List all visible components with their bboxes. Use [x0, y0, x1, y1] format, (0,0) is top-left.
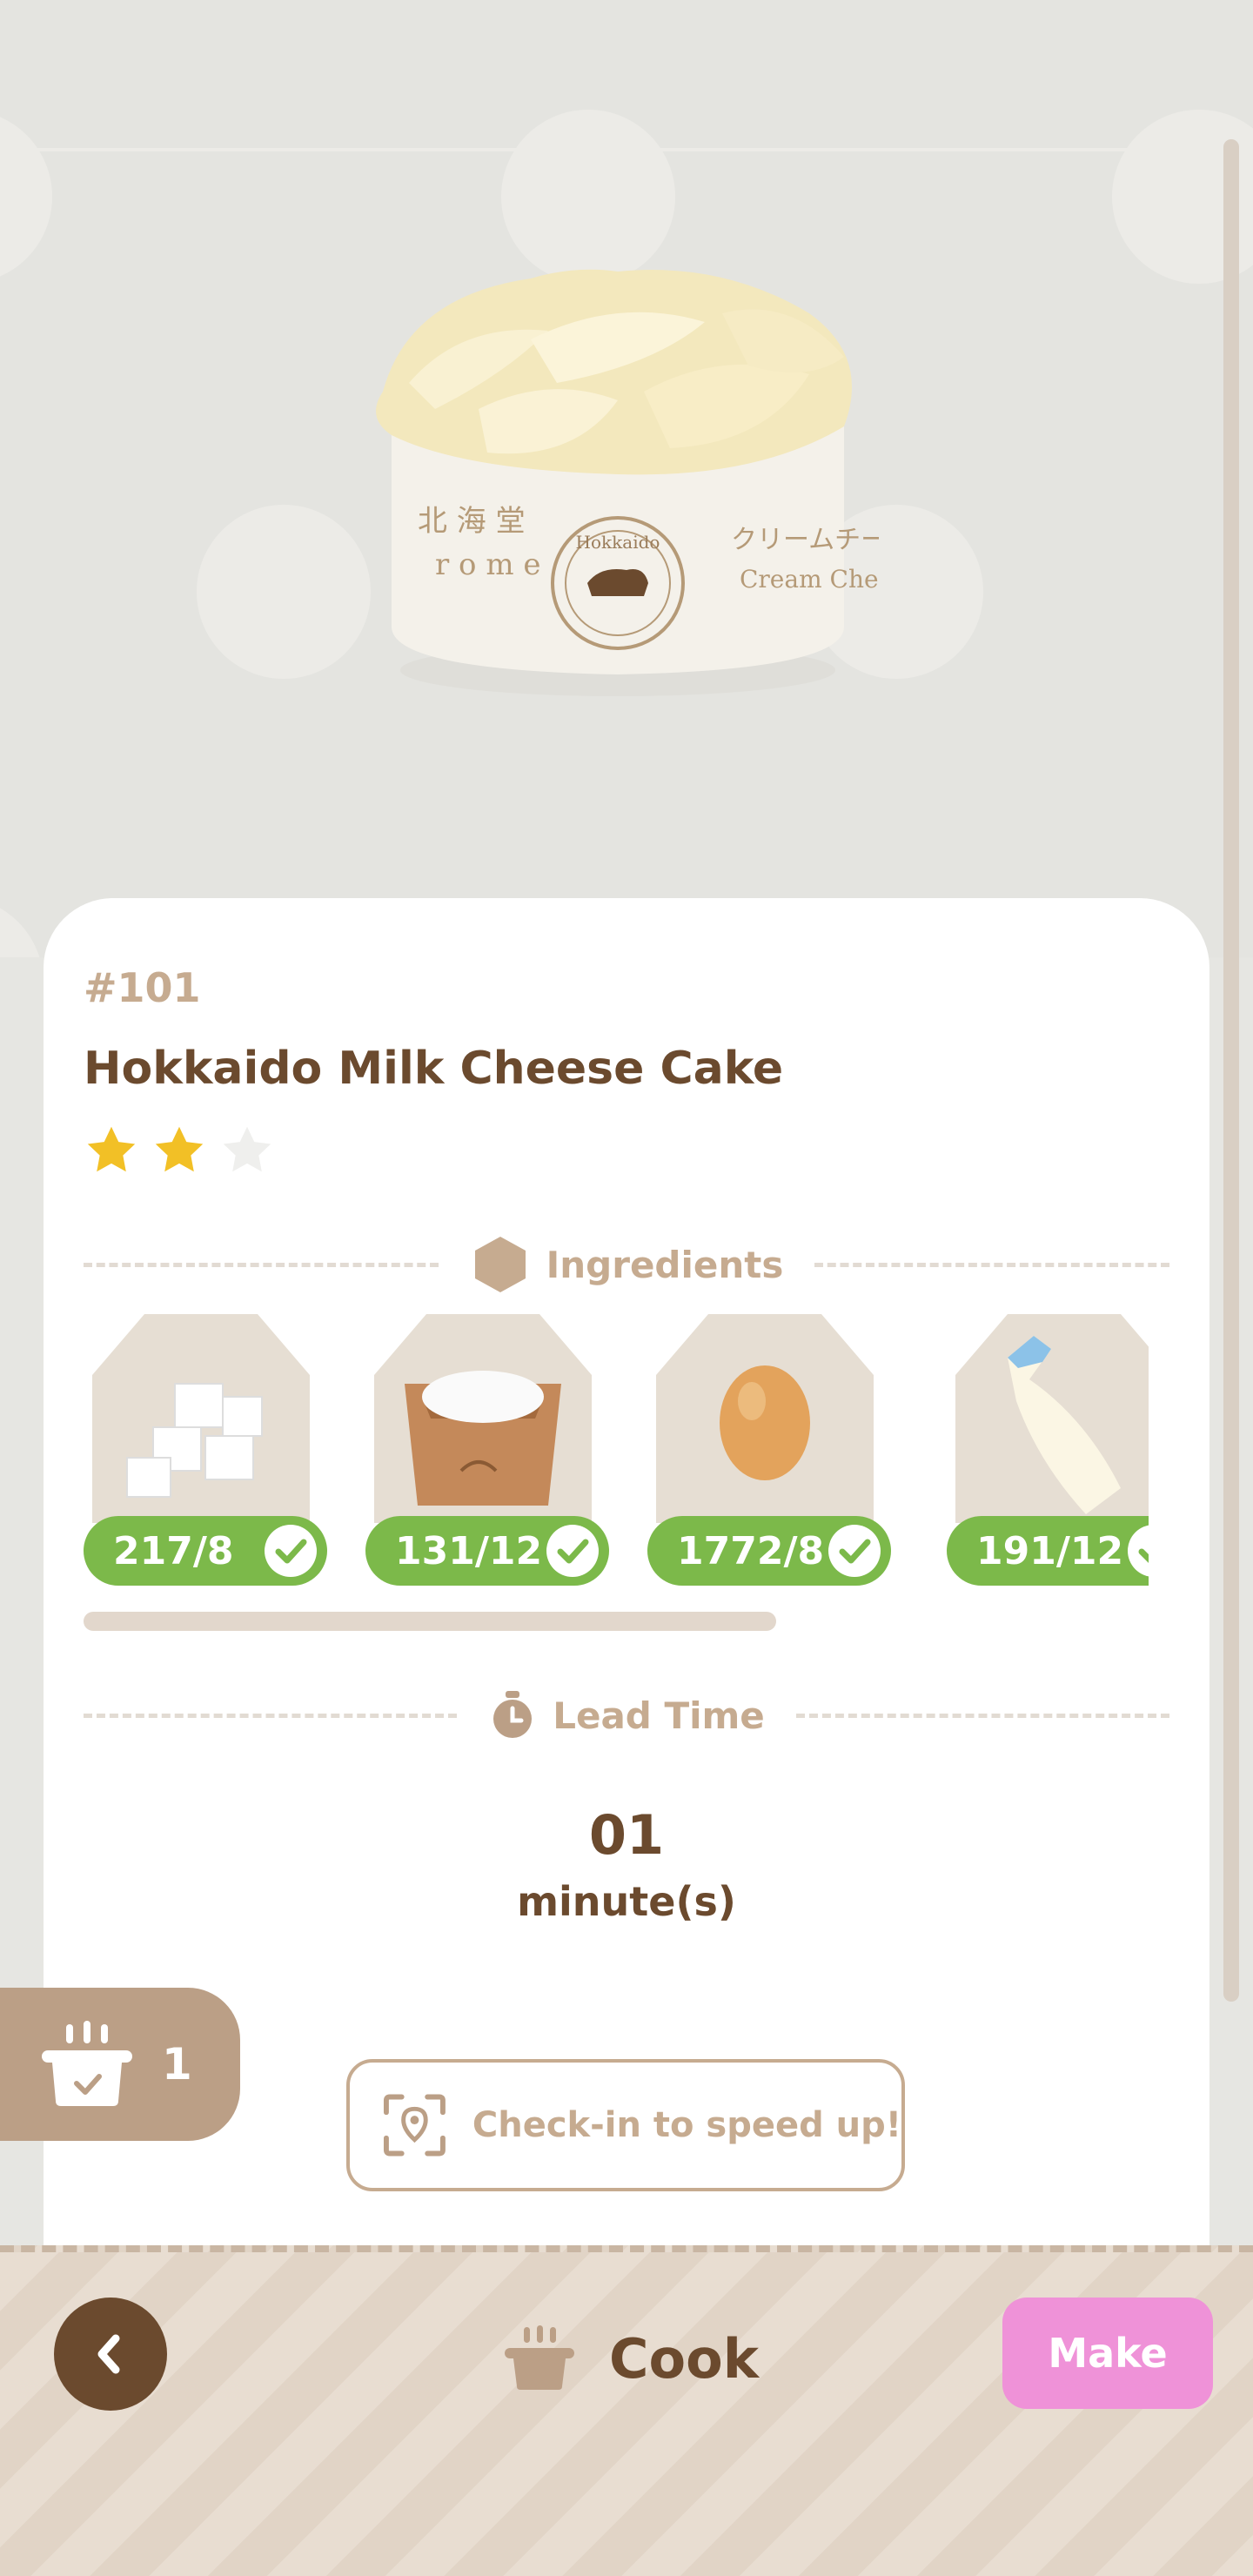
bg-pattern-circle [0, 110, 52, 284]
ingredient-count: 191/12 [976, 1528, 1124, 1573]
queue-count: 1 [162, 2039, 192, 2090]
cooking-pot-icon [505, 2325, 574, 2390]
ingredients-header: Ingredients [84, 1234, 1169, 1295]
divider [84, 1713, 458, 1718]
product-side-text: 北 海 堂 [418, 504, 526, 539]
make-button[interactable]: Make [1002, 2298, 1213, 2409]
ingredient-count: 217/8 [113, 1528, 234, 1573]
recipe-title: Hokkaido Milk Cheese Cake [84, 1043, 784, 1095]
bg-pattern-circle [501, 110, 675, 284]
ingredient-item[interactable]: 217/8 [84, 1314, 327, 1593]
lead-time-header: Lead Time [84, 1685, 1170, 1746]
cooking-pot-icon [42, 2021, 132, 2106]
chevron-left-icon [97, 2334, 120, 2374]
lead-time-value: 01 [588, 1803, 665, 1867]
bg-pattern-circle [0, 896, 44, 957]
check-circle-icon [828, 1525, 881, 1577]
flour-box-icon [374, 1314, 592, 1523]
egg-icon [656, 1314, 874, 1523]
star-rating [84, 1123, 275, 1178]
star-empty-icon [223, 1126, 271, 1172]
product-side-text: r o m e [435, 547, 541, 582]
check-in-label: Check-in to speed up! [472, 2105, 901, 2145]
location-scan-icon [383, 2094, 446, 2157]
check-in-button[interactable]: Check-in to speed up! [346, 2059, 905, 2191]
product-logo-text: Hokkaido [576, 532, 660, 553]
ingredients-list[interactable]: 217/8 131/12 1772/8 191/12 [84, 1314, 1149, 1593]
lead-time-label: Lead Time [553, 1694, 765, 1737]
star-filled-icon [155, 1126, 204, 1172]
stopwatch-icon [493, 1691, 533, 1738]
check-circle-icon [1128, 1525, 1149, 1577]
ingredient-count-badge: 131/12 [365, 1516, 609, 1586]
sugar-cubes-icon [92, 1314, 310, 1523]
ingredient-count-badge: 191/12 [947, 1516, 1149, 1586]
back-button[interactable] [54, 2298, 167, 2411]
ingredient-count: 131/12 [395, 1528, 543, 1573]
ingredient-item[interactable]: 191/12 [947, 1314, 1149, 1593]
cooking-queue-tab[interactable]: 1 [0, 1988, 240, 2141]
bg-pattern-circle [197, 505, 371, 679]
product-side-text: クリームチーズ [731, 525, 879, 555]
cook-label: Cook [609, 2326, 759, 2391]
ingredients-label: Ingredients [546, 1243, 784, 1286]
cook-title: Cook [505, 2315, 759, 2402]
ingredient-item[interactable]: 1772/8 [647, 1314, 891, 1593]
hexagon-icon [474, 1237, 526, 1292]
star-filled-icon [87, 1126, 136, 1172]
vertical-scrollbar[interactable] [1223, 139, 1239, 2002]
ingredient-count: 1772/8 [677, 1528, 825, 1573]
divider [814, 1262, 1169, 1267]
recipe-id: #101 [84, 964, 201, 1011]
milk-bottle-icon [955, 1314, 1149, 1523]
bottom-bar [0, 2245, 1253, 2576]
lead-time-unit: minute(s) [517, 1878, 736, 1925]
ingredient-item[interactable]: 131/12 [365, 1314, 609, 1593]
divider [84, 1262, 439, 1267]
ingredient-count-badge: 1772/8 [647, 1516, 891, 1586]
ingredient-count-badge: 217/8 [84, 1516, 327, 1586]
ingredients-scrollbar[interactable] [84, 1612, 776, 1631]
product-side-text: Cream Chee [740, 565, 879, 594]
check-circle-icon [265, 1525, 317, 1577]
check-circle-icon [546, 1525, 599, 1577]
cheese-cake-image: Hokkaido 北 海 堂 r o m e クリームチーズ Cream Che… [376, 269, 879, 696]
divider [795, 1713, 1170, 1718]
